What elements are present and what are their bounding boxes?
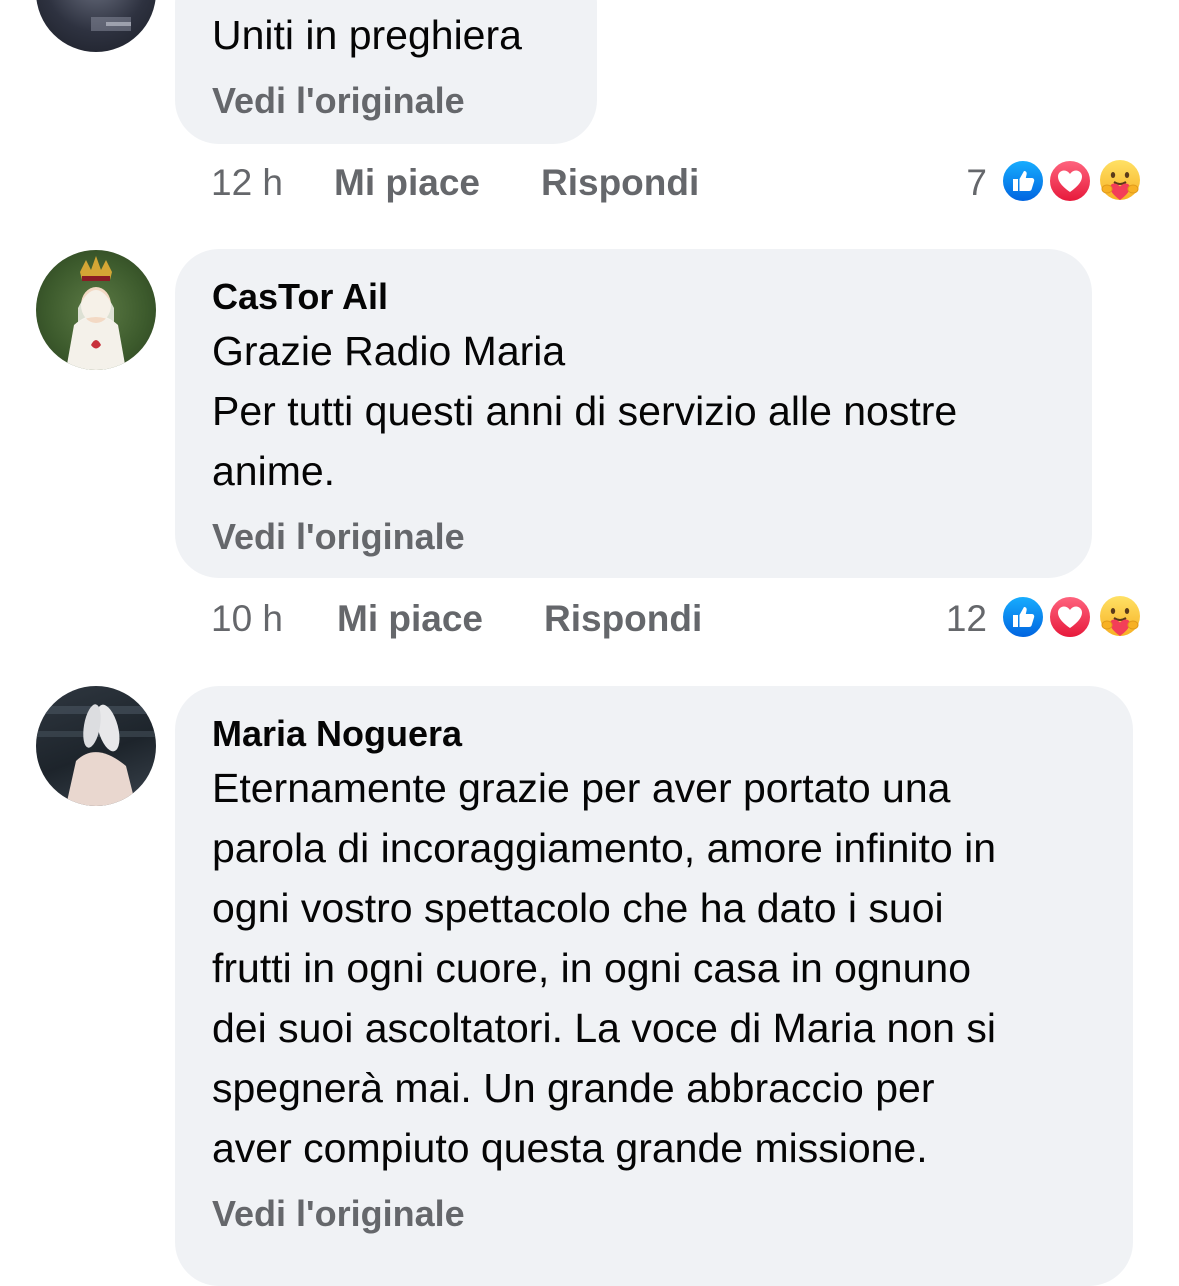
comment-author[interactable]: Maria Noguera: [212, 716, 462, 752]
see-original-link[interactable]: Vedi l'originale: [212, 83, 465, 119]
avatar-image: [66, 256, 126, 370]
comment-actions: 12 h Mi piace Rispondi 7: [0, 158, 1179, 208]
like-button[interactable]: Mi piace: [334, 164, 480, 201]
reply-button[interactable]: Rispondi: [544, 600, 702, 637]
avatar-image: [91, 17, 131, 31]
comment-text-line: Eternamente grazie per aver portato una: [212, 765, 951, 811]
avatar[interactable]: [36, 686, 156, 806]
comment-author[interactable]: CasTor Ail: [212, 279, 388, 315]
love-icon: [1047, 594, 1093, 640]
comment-text-line: spegnerà mai. Un grande abbraccio per: [212, 1065, 935, 1111]
comment-bubble[interactable]: Maria Noguera Eternamente grazie per ave…: [175, 686, 1133, 1286]
love-icon: [1047, 158, 1093, 204]
reply-button[interactable]: Rispondi: [541, 164, 699, 201]
like-icon: [1000, 594, 1046, 640]
comment-text-line: aver compiuto questa grande missione.: [212, 1125, 928, 1171]
reaction-count[interactable]: 7: [966, 164, 987, 201]
reaction-count[interactable]: 12: [946, 600, 987, 637]
comment-text-line: Grazie Radio Maria: [212, 328, 566, 374]
care-icon: [1097, 594, 1143, 640]
care-icon: [1097, 158, 1143, 204]
comment-timestamp[interactable]: 12 h: [211, 164, 283, 201]
comment-bubble[interactable]: CasTor Ail Grazie Radio Maria Per tutti …: [175, 249, 1092, 578]
comment-bubble[interactable]: Uniti in preghiera Vedi l'originale: [175, 0, 597, 144]
see-original-link[interactable]: Vedi l'originale: [212, 1196, 465, 1232]
avatar[interactable]: [36, 250, 156, 370]
comment-text-line: dei suoi ascoltatori. La voce di Maria n…: [212, 1005, 996, 1051]
avatar-image: [36, 704, 156, 806]
comment-timestamp[interactable]: 10 h: [211, 600, 283, 637]
comment-text-line: Uniti in preghiera: [212, 12, 522, 58]
comment-text-line: Per tutti questi anni di servizio alle n…: [212, 388, 958, 434]
like-button[interactable]: Mi piace: [337, 600, 483, 637]
comment-text-line: ogni vostro spettacolo che ha dato i suo…: [212, 885, 944, 931]
comment-text-line: parola di incoraggiamento, amore infinit…: [212, 825, 997, 871]
like-icon: [1000, 158, 1046, 204]
comment-actions: 10 h Mi piace Rispondi 12: [0, 594, 1179, 644]
comment-text-line: anime.: [212, 448, 336, 494]
avatar[interactable]: [36, 0, 156, 52]
comment-text-line: frutti in ogni cuore, in ogni casa in og…: [212, 945, 972, 991]
see-original-link[interactable]: Vedi l'originale: [212, 519, 465, 555]
